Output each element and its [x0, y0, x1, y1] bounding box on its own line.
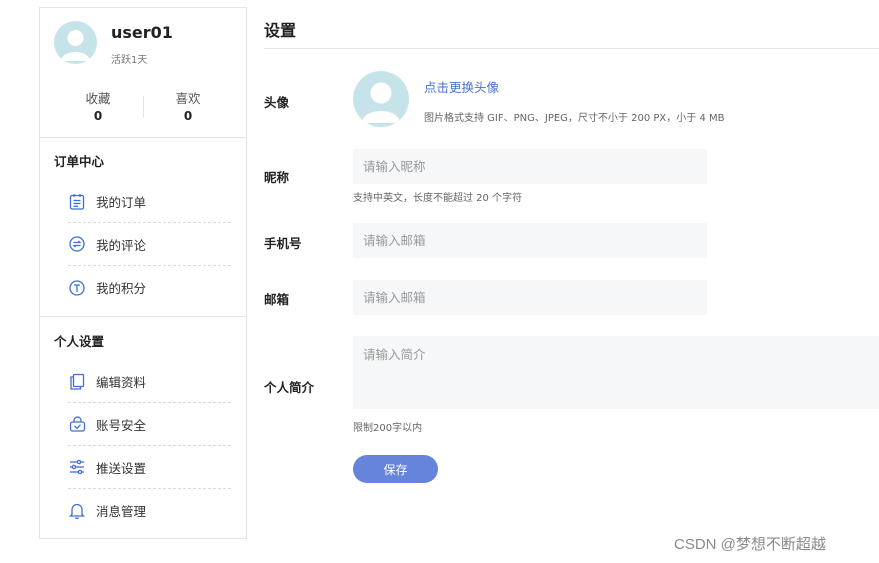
order-center-menu: 我的订单 我的评论 我的积分: [40, 180, 246, 309]
nickname-label: 昵称: [264, 170, 290, 185]
security-icon: [68, 415, 86, 433]
group-title: 个人设置: [54, 334, 105, 349]
sidebar-item-my-comments[interactable]: 我的评论: [68, 223, 231, 266]
sidebar-item-push-settings[interactable]: 推送设置: [68, 446, 231, 489]
order-list-icon: [68, 192, 86, 210]
personal-settings-menu: 编辑资料 账号安全 推送设置 消息管理: [40, 360, 246, 532]
bell-icon: [68, 502, 86, 520]
sidebar-item-message-management[interactable]: 消息管理: [68, 489, 231, 532]
nickname-help: 支持中英文，长度不能超过 20 个字符: [353, 193, 523, 204]
stat-value: 0: [93, 109, 103, 123]
profile-stats: 收藏 0 喜欢 0: [40, 88, 246, 124]
points-icon: [68, 279, 86, 297]
stat-value: 0: [183, 109, 193, 123]
email-input[interactable]: [353, 280, 707, 315]
change-avatar-link[interactable]: 点击更换头像: [424, 77, 499, 96]
sidebar-item-my-orders[interactable]: 我的订单: [68, 180, 231, 223]
sliders-icon: [68, 458, 86, 476]
stat-label: 喜欢: [175, 91, 201, 106]
edit-profile-icon: [68, 372, 86, 390]
group-title: 订单中心: [54, 154, 105, 169]
bio-help: 限制200字以内: [353, 423, 423, 434]
comment-icon: [68, 235, 86, 253]
profile-avatar[interactable]: [353, 71, 409, 127]
sidebar-item-label: 推送设置: [96, 460, 147, 476]
username: user01: [111, 23, 173, 42]
phone-label: 手机号: [264, 236, 302, 251]
bio-label: 个人简介: [264, 380, 315, 395]
email-label: 邮箱: [264, 292, 290, 307]
sidebar-item-label: 我的评论: [96, 237, 147, 253]
sidebar-item-label: 编辑资料: [96, 374, 147, 390]
sidebar-item-my-points[interactable]: 我的积分: [68, 266, 231, 309]
personal-settings-group: 个人设置 编辑资料 账号安全 推送设置 消息管理: [40, 331, 246, 532]
bio-textarea[interactable]: [353, 336, 879, 409]
stat-label: 收藏: [85, 91, 111, 106]
sidebar-item-account-security[interactable]: 账号安全: [68, 403, 231, 446]
avatar-hint: 图片格式支持 GIF、PNG、JPEG，尺寸不小于 200 PX，小于 4 MB: [424, 113, 725, 124]
stat-favorites[interactable]: 收藏 0: [68, 88, 128, 123]
sidebar-item-label: 我的订单: [96, 194, 147, 210]
nickname-input[interactable]: [353, 149, 707, 184]
sidebar-item-edit-profile[interactable]: 编辑资料: [68, 360, 231, 403]
title-divider: [264, 48, 879, 49]
active-days: 活跃1天: [111, 55, 148, 66]
sidebar-item-label: 账号安全: [96, 417, 147, 433]
user-avatar[interactable]: [54, 21, 97, 64]
user-silhouette-icon: [362, 82, 400, 123]
user-silhouette-icon: [61, 30, 90, 61]
watermark: CSDN @梦想不断超越: [674, 536, 826, 553]
stat-divider: [143, 96, 144, 118]
order-center-group: 订单中心 我的订单 我的评论 我的积分: [40, 151, 246, 309]
stat-likes[interactable]: 喜欢 0: [158, 88, 218, 123]
section-divider: [40, 316, 246, 317]
save-button[interactable]: 保存: [353, 455, 438, 483]
profile-card: user01 活跃1天 收藏 0 喜欢 0: [40, 8, 246, 138]
sidebar: user01 活跃1天 收藏 0 喜欢 0 订单中心 我的订单 我的评论 我的积…: [39, 7, 247, 539]
sidebar-item-label: 我的积分: [96, 281, 147, 296]
sidebar-item-label: 消息管理: [96, 504, 147, 519]
avatar-label: 头像: [264, 95, 290, 110]
phone-input[interactable]: [353, 223, 707, 258]
page-title: 设置: [264, 21, 297, 40]
